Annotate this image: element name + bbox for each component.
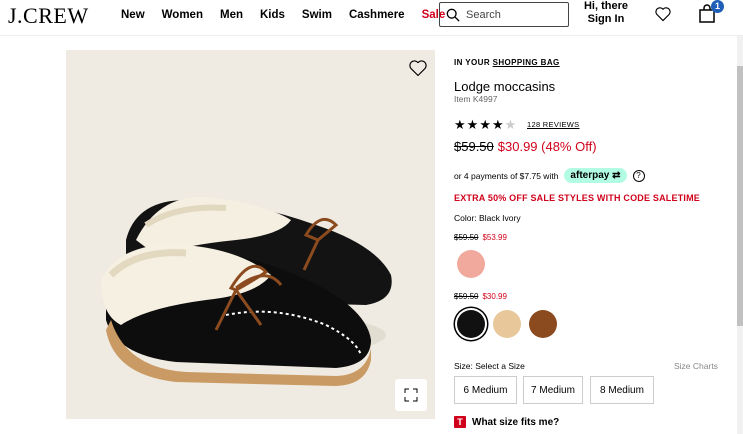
color-label: Color: Black Ivory [454, 213, 521, 223]
afterpay-text: or 4 payments of $7.75 with [454, 170, 559, 181]
in-bag-prefix: IN YOUR [454, 58, 493, 67]
swatch-group-price-1: $59.50 $53.99 [454, 233, 507, 242]
size-8-medium-button[interactable]: 8 Medium [590, 376, 654, 404]
nav-new[interactable]: New [121, 9, 145, 21]
star-empty-icon: ★ [504, 117, 517, 132]
group1-sale-price: $53.99 [482, 233, 507, 242]
moccasin-image [101, 196, 392, 386]
nav-cashmere[interactable]: Cashmere [349, 9, 405, 21]
product-title: Lodge moccasins [454, 79, 556, 94]
item-number: Item K4997 [454, 94, 498, 104]
color-swatch-black-ivory[interactable] [457, 310, 485, 338]
search-box[interactable] [439, 2, 569, 27]
reviews-link[interactable]: 128 REVIEWS [527, 120, 580, 129]
true-fit-icon: T [454, 416, 466, 428]
star-icon: ★ [479, 117, 491, 132]
product-image[interactable] [66, 50, 435, 419]
expand-icon [404, 388, 418, 402]
in-bag-notice: IN YOUR SHOPPING BAG [454, 58, 734, 67]
star-icon: ★ [491, 117, 504, 132]
nav-swim[interactable]: Swim [302, 9, 332, 21]
main-nav: New Women Men Kids Swim Cashmere Sale [121, 9, 462, 21]
search-input[interactable] [466, 8, 566, 21]
afterpay-arrows-icon: ⇄ [612, 170, 621, 181]
nav-men[interactable]: Men [220, 9, 243, 21]
help-icon[interactable]: ? [632, 169, 645, 182]
star-icon: ★ [466, 117, 479, 132]
group1-old-price: $59.50 [454, 233, 479, 242]
greeting-text: Hi, there [583, 0, 628, 12]
color-swatch-brown[interactable] [529, 310, 557, 338]
price: $59.50 $30.99 (48% Off) [454, 139, 597, 154]
bag-count-badge: 1 [711, 0, 724, 13]
jcrew-logo[interactable]: J.CREW [8, 3, 89, 29]
nav-kids[interactable]: Kids [260, 9, 285, 21]
page-scrollbar[interactable] [737, 36, 743, 434]
color-swatch-tan[interactable] [493, 310, 521, 338]
rating-stars[interactable]: ★ ★ ★ ★ ★ [454, 118, 516, 131]
shopping-bag-link[interactable]: SHOPPING BAG [493, 58, 560, 67]
afterpay-logo[interactable]: afterpay ⇄ [564, 168, 627, 183]
size-label: Size: Select a Size [454, 361, 525, 371]
color-swatch-pink[interactable] [457, 250, 485, 278]
size-7-medium-button[interactable]: 7 Medium [523, 376, 583, 404]
afterpay-row: or 4 payments of $7.75 with afterpay ⇄ ? [454, 168, 645, 183]
size-fit-link[interactable]: T What size fits me? [454, 416, 559, 428]
size-6-medium-button[interactable]: 6 Medium [454, 376, 517, 404]
fit-text: What size fits me? [472, 416, 560, 428]
group2-old-price: $59.50 [454, 292, 479, 301]
favorite-heart-icon[interactable] [408, 58, 428, 78]
sign-in-text: Sign In [587, 13, 625, 25]
original-price: $59.50 [454, 139, 494, 154]
star-icon: ★ [454, 117, 466, 132]
nav-women[interactable]: Women [162, 9, 203, 21]
wishlist-heart-icon[interactable] [654, 6, 672, 22]
promo-text: EXTRA 50% OFF SALE STYLES WITH CODE SALE… [454, 193, 700, 203]
swatch-group-price-2: $59.50 $30.99 [454, 292, 507, 301]
site-header: J.CREW New Women Men Kids Swim Cashmere … [0, 0, 743, 36]
search-icon [446, 8, 460, 22]
size-charts-link[interactable]: Size Charts [674, 361, 718, 371]
zoom-button[interactable] [395, 379, 427, 411]
sign-in-link[interactable]: Hi, there Sign In [578, 0, 634, 26]
sale-price: $30.99 (48% Off) [497, 139, 597, 154]
group2-sale-price: $30.99 [482, 292, 507, 301]
scrollbar-thumb[interactable] [737, 66, 743, 326]
